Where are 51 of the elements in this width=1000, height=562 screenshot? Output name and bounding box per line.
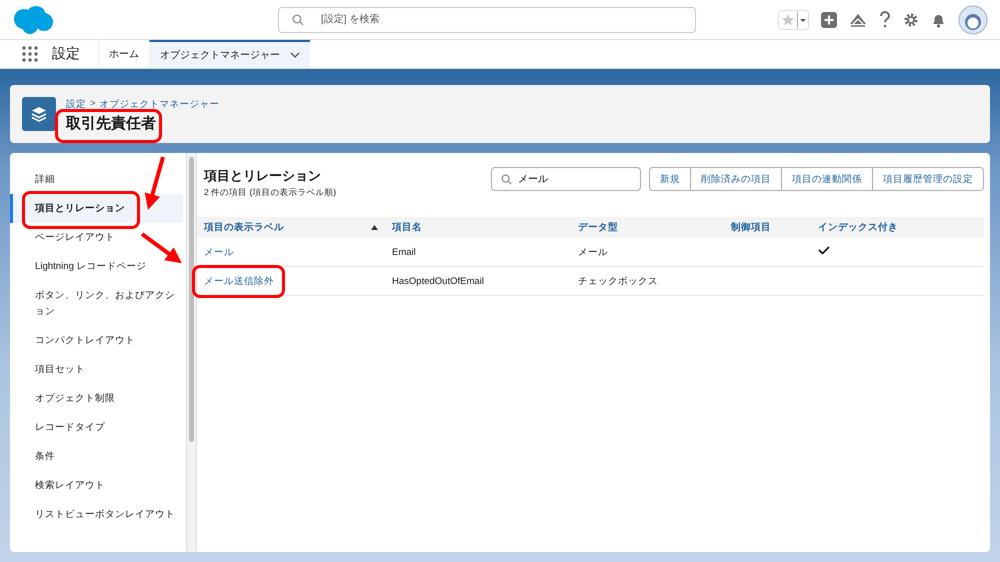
search-icon [292,14,304,26]
column-header[interactable]: 項目の表示ラベル [197,217,385,238]
app-name: 設定 [52,45,80,63]
settings-icon[interactable] [903,12,919,28]
caret-icon[interactable] [797,12,808,28]
table-cell: メール [578,246,608,258]
item-count: 2 件の項目 (項目の表示ラベル順) [204,187,336,199]
object-icon [22,97,56,131]
breadcrumb-link[interactable]: オブジェクトマネージャー [100,98,220,110]
arrow [140,232,182,264]
sidebar-item[interactable]: 詳細 [10,165,183,194]
table-cell: HasOptedOutOfEmail [392,276,484,286]
section-title: 項目とリレーション [204,167,322,185]
breadcrumb-link[interactable]: 設定 [66,98,86,110]
column-header[interactable]: 項目名 [385,217,571,238]
app-launcher-icon[interactable] [22,46,38,62]
help-icon[interactable] [879,11,891,28]
sidebar-item[interactable]: リストビューボタンレイアウト [10,500,183,529]
search-icon [501,174,512,185]
chevron-down-icon[interactable] [290,52,300,58]
sidebar-item[interactable]: 項目セット [10,355,183,384]
column-header[interactable]: インデックス付き [811,217,984,238]
column-header[interactable]: 制御項目 [724,217,811,238]
sidebar-item[interactable]: レコードタイプ [10,413,183,442]
table-cell: チェックボックス [578,276,658,286]
sort-ascending-icon[interactable] [371,225,378,230]
field-label-link[interactable]: メール送信除外 [204,276,274,286]
sidebar-item[interactable]: 検索レイアウト [10,471,183,500]
sidebar-item[interactable]: Lightning レコードページ [10,252,183,281]
filter-field[interactable]: メール [491,167,641,191]
object-title: 取引先責任者 [66,114,156,132]
mountain-icon[interactable] [849,12,867,28]
scrollbar[interactable] [186,153,197,552]
sidebar-item[interactable]: 条件 [10,442,183,471]
arrow [144,156,165,210]
field-label-link[interactable]: メール [204,246,234,258]
star-icon [781,12,795,26]
cloud-logo-icon[interactable] [12,4,54,34]
action-button[interactable]: 項目履歴管理の設定 [872,168,983,190]
plus-icon[interactable] [821,12,837,28]
search-field[interactable]: [設定] を検索 [278,6,696,32]
sidebar-item[interactable]: ページレイアウト [10,223,183,252]
sidebar-item[interactable]: オブジェクト制限 [10,384,183,413]
sidebar-item[interactable]: ボタン、リンク、およびアクション [10,281,183,326]
sidebar-item[interactable]: コンパクトレイアウト [10,326,183,355]
nav-tab[interactable]: オブジェクトマネージャー [149,40,310,68]
sidebar-item[interactable]: 項目とリレーション [10,194,183,223]
breadcrumb-separator: > [90,98,96,110]
avatar-icon[interactable] [958,4,988,34]
table-cell: Email [392,246,416,258]
column-header[interactable]: データ型 [571,217,724,238]
